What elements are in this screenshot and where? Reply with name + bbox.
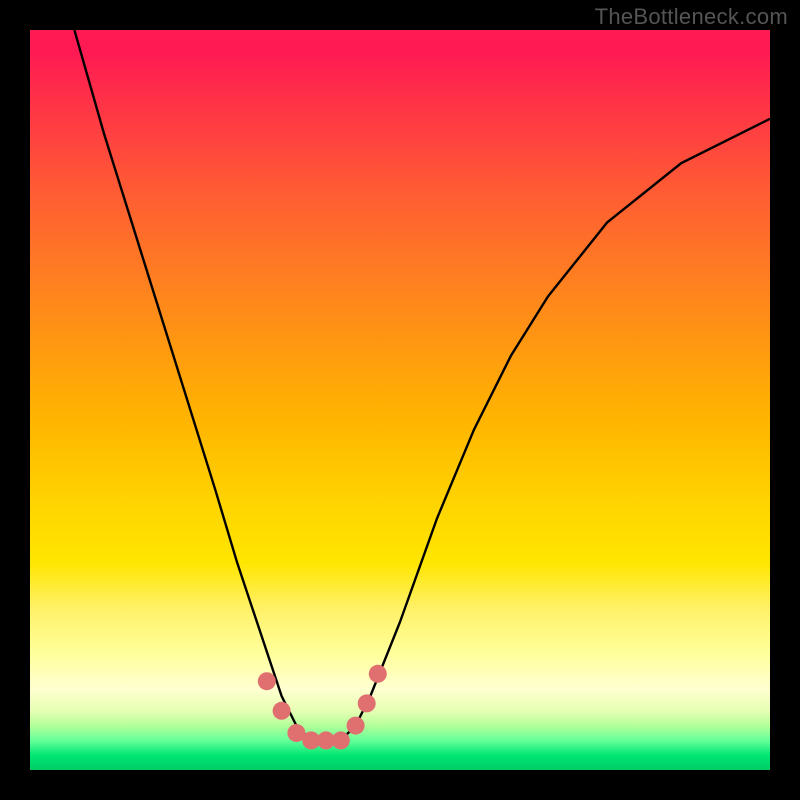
curve-layer xyxy=(30,30,770,770)
plot-area xyxy=(30,30,770,770)
highlight-dot xyxy=(273,702,291,720)
bottleneck-curve xyxy=(74,30,770,740)
highlight-dot xyxy=(369,665,387,683)
highlight-dot xyxy=(347,717,365,735)
highlight-dot xyxy=(258,672,276,690)
highlight-dots xyxy=(258,665,387,750)
highlight-dot xyxy=(358,694,376,712)
chart-frame: TheBottleneck.com xyxy=(0,0,800,800)
highlight-dot xyxy=(332,731,350,749)
watermark-text: TheBottleneck.com xyxy=(595,4,788,30)
